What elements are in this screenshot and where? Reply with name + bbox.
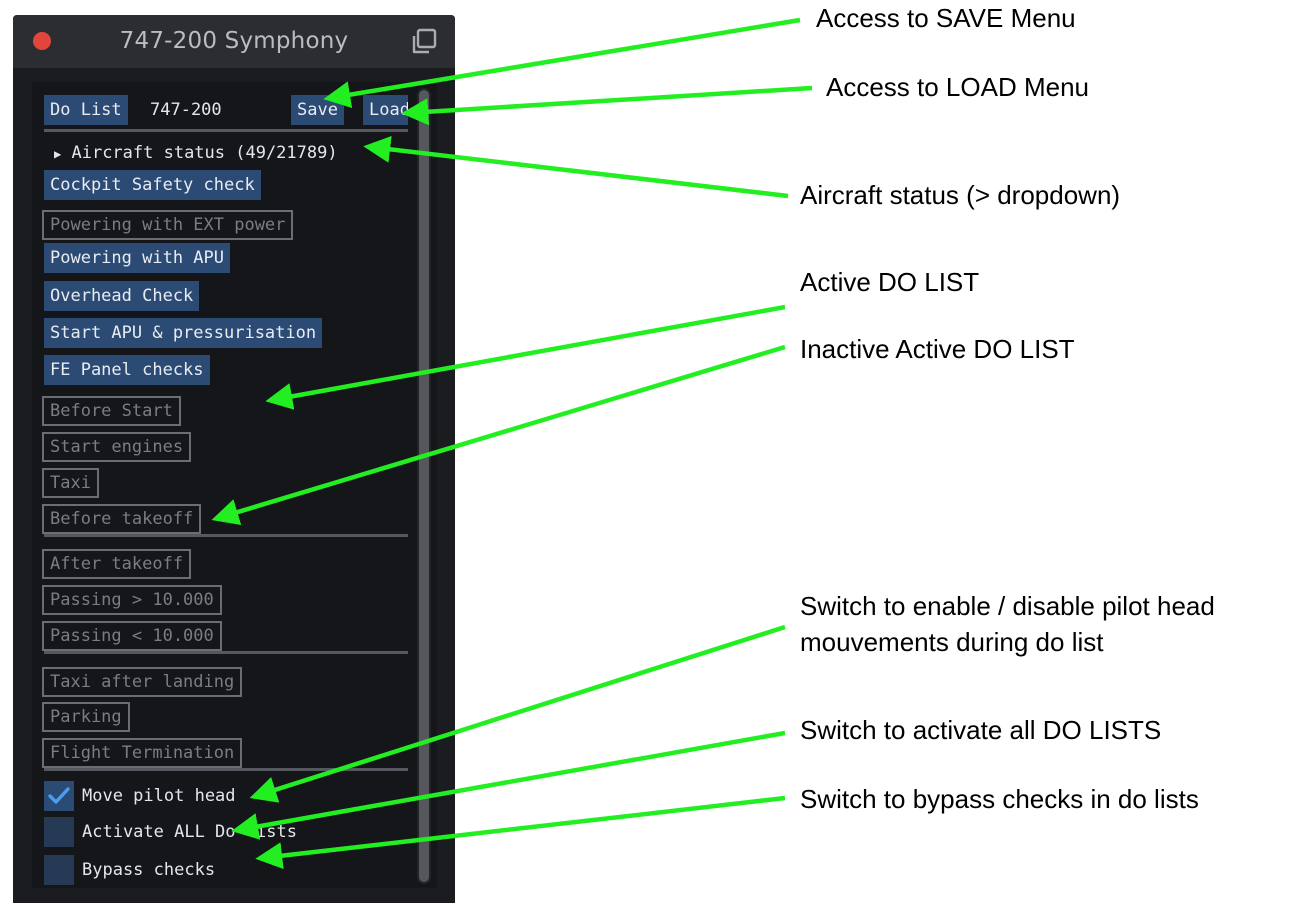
note-active-do-list: Active DO LIST (800, 267, 980, 297)
note-pilot-head-line1: Switch to enable / disable pilot head (800, 591, 1215, 621)
arrow-head (249, 624, 786, 803)
arrow-active (265, 304, 786, 410)
arrow-load (401, 85, 813, 126)
note-save-menu: Access to SAVE Menu (816, 3, 1076, 33)
note-inactive-do-list: Inactive Active DO LIST (800, 334, 1075, 364)
note-activate-all: Switch to activate all DO LISTS (800, 715, 1162, 745)
note-pilot-head-line2: mouvements during do list (800, 627, 1104, 657)
note-bypass-checks: Switch to bypass checks in do lists (800, 784, 1199, 814)
note-load-menu: Access to LOAD Menu (826, 72, 1089, 102)
arrow-status (363, 135, 789, 199)
arrow-bypass (255, 795, 786, 870)
arrow-activate-all (231, 730, 786, 840)
note-aircraft-status: Aircraft status (> dropdown) (800, 180, 1121, 210)
arrow-inactive (211, 344, 786, 526)
annotation-arrows (211, 17, 813, 870)
arrow-save (323, 17, 801, 109)
